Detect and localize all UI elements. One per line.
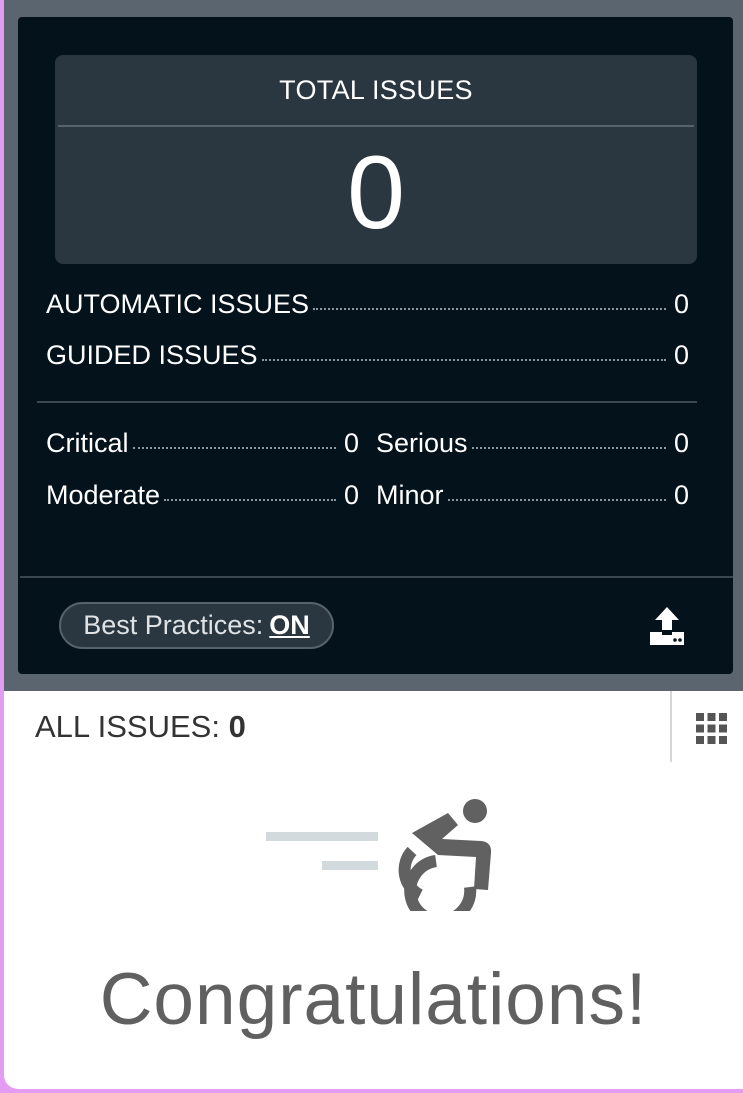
dot-leader: [164, 499, 336, 501]
grid-view-icon: [696, 713, 727, 744]
automatic-issues-label: AUTOMATIC ISSUES: [46, 289, 310, 319]
guided-issues-label: GUIDED ISSUES: [46, 340, 258, 370]
section-divider: [37, 401, 697, 403]
automatic-issues-count: 0: [673, 289, 689, 319]
moderate-label: Moderate: [46, 480, 161, 510]
dot-leader: [447, 499, 666, 501]
export-button[interactable]: [646, 605, 688, 647]
minor-count: 0: [673, 480, 689, 510]
best-practices-label: Best Practices:: [83, 610, 264, 640]
accessibility-wheelchair-icon: [266, 799, 492, 927]
header-divider: [670, 691, 672, 762]
serious-issues-row[interactable]: Serious 0: [376, 428, 689, 459]
app-frame: TOTAL ISSUES 0 AUTOMATIC ISSUES 0 GUIDED…: [4, 0, 743, 1089]
dot-leader: [132, 447, 336, 449]
all-issues-header: ALL ISSUES: 0: [35, 709, 246, 745]
guided-issues-count: 0: [673, 340, 689, 370]
critical-count: 0: [343, 428, 359, 458]
best-practices-state: ON: [269, 610, 310, 640]
serious-count: 0: [673, 428, 689, 458]
issues-summary-panel: TOTAL ISSUES 0 AUTOMATIC ISSUES 0 GUIDED…: [18, 17, 733, 674]
moderate-issues-row[interactable]: Moderate 0: [46, 480, 359, 511]
critical-label: Critical: [46, 428, 129, 458]
best-practices-toggle[interactable]: Best Practices: ON: [59, 602, 334, 649]
automatic-issues-row[interactable]: AUTOMATIC ISSUES 0: [46, 289, 689, 320]
minor-label: Minor: [376, 480, 444, 510]
total-issues-title: TOTAL ISSUES: [279, 75, 473, 105]
serious-label: Serious: [376, 428, 468, 458]
dot-leader: [313, 308, 666, 310]
total-issues-divider: [58, 125, 694, 127]
summary-area: TOTAL ISSUES 0 AUTOMATIC ISSUES 0 GUIDED…: [4, 0, 743, 691]
critical-issues-row[interactable]: Critical 0: [46, 428, 359, 459]
empty-state-illustration: [262, 795, 494, 927]
total-issues-box: TOTAL ISSUES 0: [55, 55, 697, 264]
dot-leader: [471, 447, 666, 449]
dot-leader: [261, 359, 666, 361]
minor-issues-row[interactable]: Minor 0: [376, 480, 689, 511]
export-upload-icon: [650, 607, 684, 645]
footer-divider: [20, 576, 733, 578]
total-issues-count: 0: [347, 135, 405, 251]
all-issues-label: ALL ISSUES:: [35, 709, 220, 744]
all-issues-count: 0: [228, 709, 246, 744]
guided-issues-row[interactable]: GUIDED ISSUES 0: [46, 340, 689, 371]
moderate-count: 0: [343, 480, 359, 510]
grid-view-button[interactable]: [695, 712, 728, 745]
congratulations-message: Congratulations!: [99, 959, 648, 1040]
